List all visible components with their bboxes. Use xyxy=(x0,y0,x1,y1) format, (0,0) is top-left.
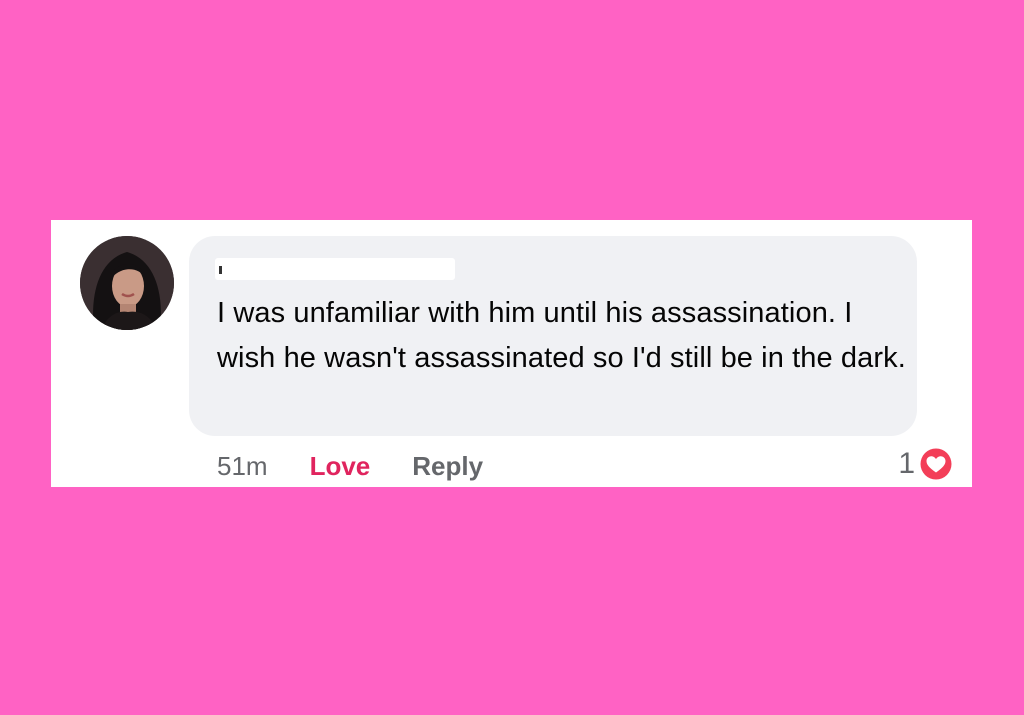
reply-button[interactable]: Reply xyxy=(412,451,483,482)
redacted-author-name xyxy=(215,258,455,280)
comment-bubble: I was unfamiliar with him until his assa… xyxy=(189,236,917,436)
avatar[interactable] xyxy=(80,236,174,330)
reaction-summary[interactable]: 1 xyxy=(898,444,954,484)
author-name-fragment xyxy=(219,266,222,274)
comment-timestamp[interactable]: 51m xyxy=(217,451,268,482)
heart-icon xyxy=(919,447,953,481)
comment-actions: 51m Love Reply xyxy=(217,446,483,486)
comment-card: I was unfamiliar with him until his assa… xyxy=(51,220,972,487)
comment-text: I was unfamiliar with him until his assa… xyxy=(217,297,906,374)
love-button[interactable]: Love xyxy=(310,451,371,482)
reaction-count: 1 xyxy=(898,447,915,480)
avatar-image xyxy=(80,236,174,330)
